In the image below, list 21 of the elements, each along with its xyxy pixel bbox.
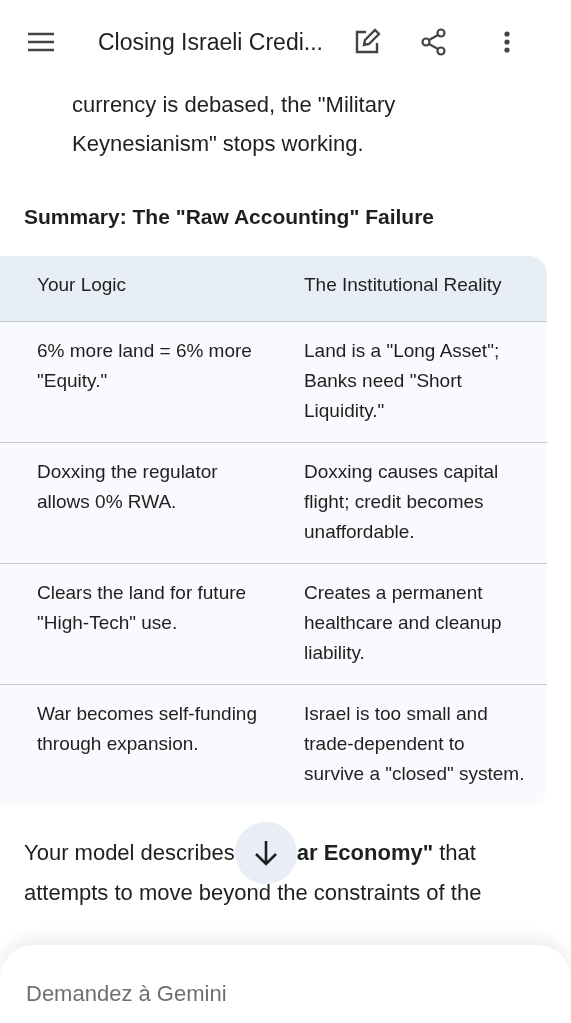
paragraph-text: attempts to move beyond the constraints of the: [24, 878, 483, 907]
more-options-icon[interactable]: [502, 30, 511, 54]
table-cell-text: 6% more land = 6% more "Equity.": [36, 338, 253, 393]
table-cell-text: Doxxing the regulator allows 0% RWA.: [36, 459, 219, 514]
paragraph-text: ar Economy" that: [296, 839, 476, 867]
table-cell-text: Israel is too small and trade-dependent to survive a "closed" system.: [303, 701, 526, 786]
paragraph: currency is debased, the "Military Keynesianism" stops working.: [71, 91, 397, 158]
table-cell-text: War becomes self-funding through expansion.: [36, 701, 258, 756]
menu-icon[interactable]: [26, 30, 56, 54]
paragraph-text: Your model describes: [24, 839, 235, 867]
prompt-input[interactable]: Demandez à Gemini: [26, 977, 545, 1010]
table-cell-text: Clears the land for future "High-Tech" use.: [36, 580, 248, 635]
arrow-down-icon: [252, 838, 279, 867]
column-header: The Institutional Reality: [303, 272, 503, 297]
table-cell-text: Doxxing causes capital flight; credit becomes unaffordable.: [303, 459, 500, 544]
table-cell-text: Creates a permanent healthcare and cleanup liability.: [303, 580, 503, 665]
share-icon[interactable]: [420, 28, 447, 56]
chat-title: Closing Israeli Credi...: [98, 27, 323, 57]
table-cell-text: Land is a "Long Asset"; Banks need "Short Liquidity.": [303, 338, 501, 423]
section-heading: Summary: The "Raw Accounting" Failure: [23, 204, 436, 230]
column-header: Your Logic: [36, 272, 128, 297]
